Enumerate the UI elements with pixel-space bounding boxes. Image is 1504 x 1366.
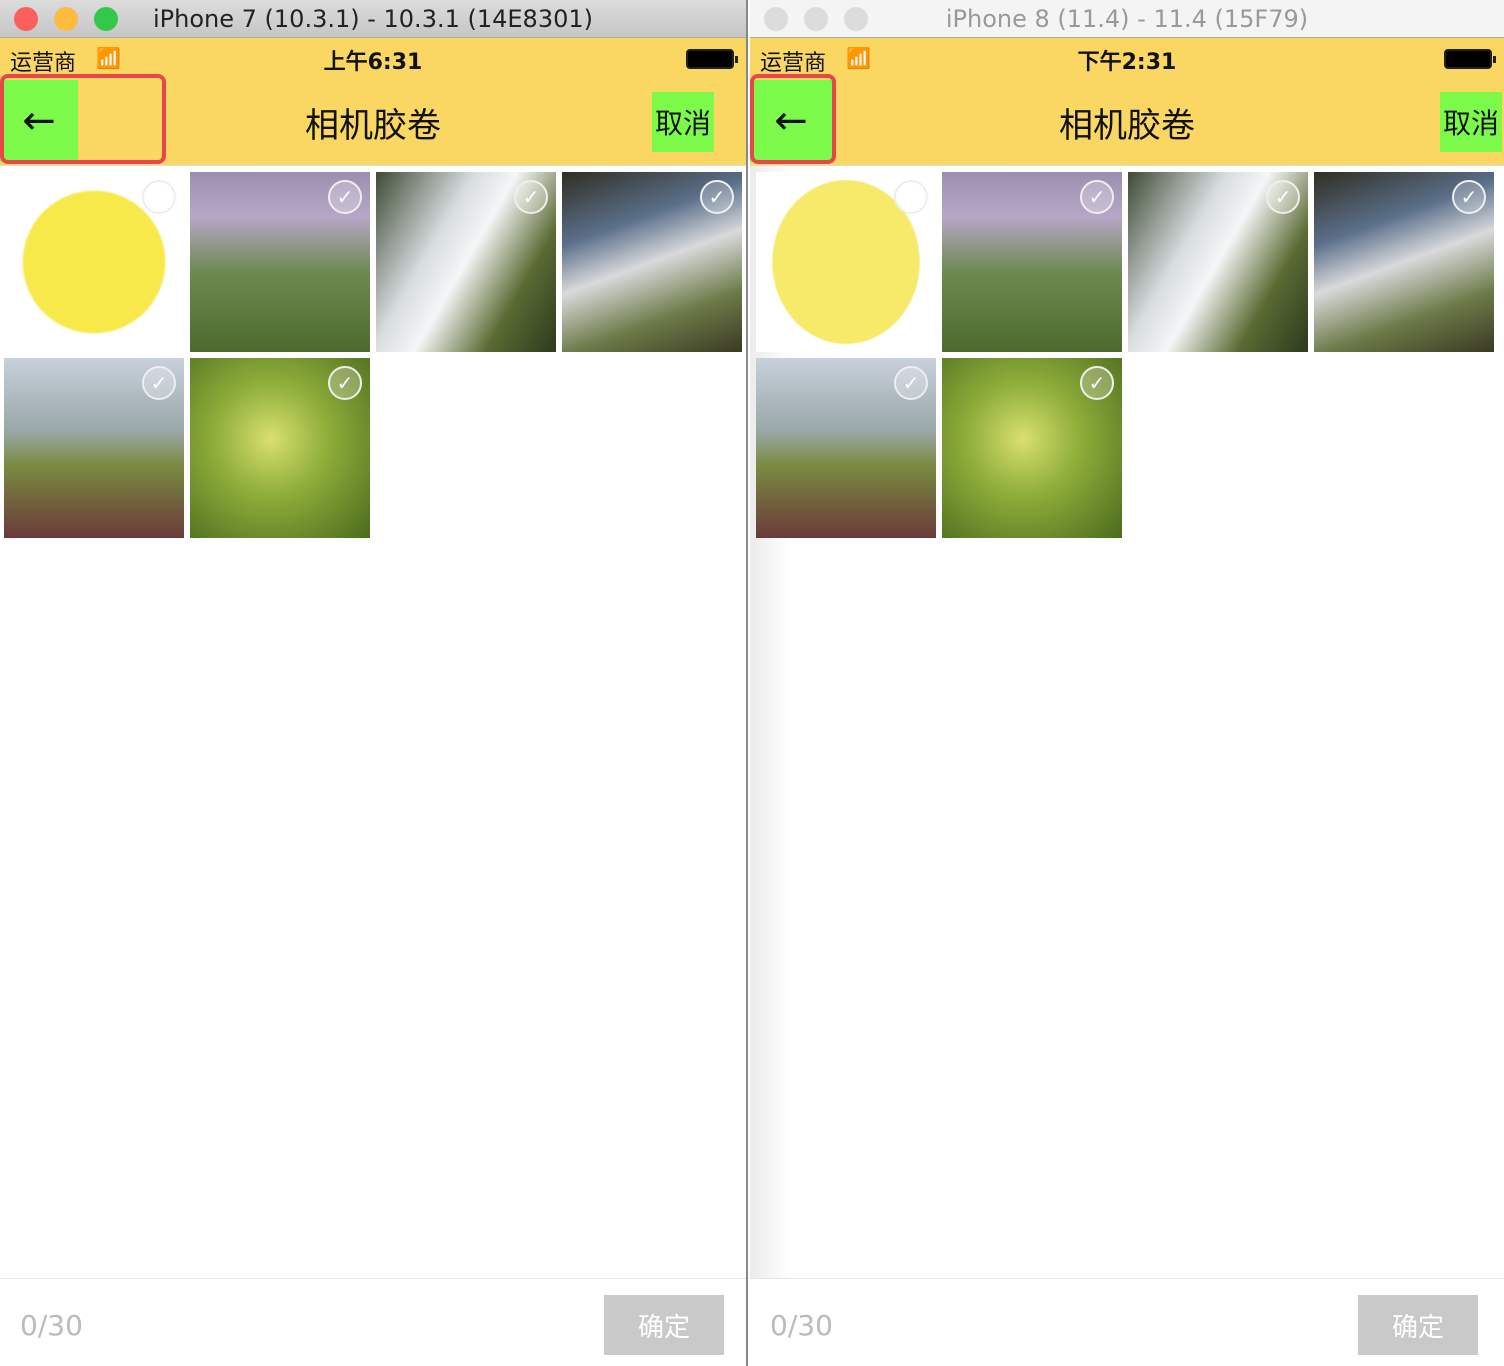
cancel-button[interactable]: 取消 (1440, 92, 1502, 152)
check-icon[interactable]: ✓ (700, 180, 734, 214)
close-button[interactable] (14, 7, 38, 31)
zoom-button[interactable] (94, 7, 118, 31)
photo-green-leaves[interactable]: ✓ (942, 358, 1122, 538)
status-bar: 运营商 📶 下午2:31 (750, 38, 1504, 78)
simulator-window-iphone8: iPhone 8 (11.4) - 11.4 (15F79) 运营商 📶 下午2… (750, 0, 1504, 1366)
photo-waterfall-coast[interactable]: ✓ (1314, 172, 1494, 352)
check-icon[interactable]: ✓ (514, 180, 548, 214)
check-icon[interactable]: ✓ (328, 180, 362, 214)
photo-green-leaves[interactable]: ✓ (190, 358, 370, 538)
page-title: 相机胶卷 (1059, 106, 1195, 146)
minimize-button[interactable] (804, 7, 828, 31)
check-icon[interactable]: ✓ (1452, 180, 1486, 214)
check-icon[interactable]: ✓ (1266, 180, 1300, 214)
check-icon[interactable]: ✓ (894, 366, 928, 400)
confirm-button[interactable]: 确定 (1358, 1295, 1478, 1355)
photo-grass-flower[interactable]: ✓ (4, 358, 184, 538)
navigation-bar: ← 相机胶卷 取消 (0, 74, 746, 166)
status-time: 上午6:31 (323, 50, 423, 75)
selection-count: 0/30 (770, 1309, 833, 1342)
page-title: 相机胶卷 (305, 106, 441, 146)
confirm-button[interactable]: 确定 (604, 1295, 724, 1355)
window-title: iPhone 8 (11.4) - 11.4 (15F79) (945, 4, 1309, 33)
cancel-button[interactable]: 取消 (652, 92, 714, 152)
selection-count: 0/30 (20, 1309, 83, 1342)
photo-waterfall-coast[interactable]: ✓ (562, 172, 742, 352)
bottom-toolbar: 0/30 确定 (0, 1278, 746, 1366)
check-icon[interactable]: ✓ (1080, 366, 1114, 400)
status-time: 下午2:31 (1077, 50, 1177, 75)
battery-icon (1444, 49, 1496, 69)
window-titlebar: iPhone 8 (11.4) - 11.4 (15F79) (750, 0, 1504, 38)
photo-grid: ✓ ✓ ✓ ✓ ✓ ✓ (4, 172, 742, 538)
check-icon[interactable]: ✓ (142, 180, 176, 214)
photo-waterfall-cliff[interactable]: ✓ (942, 172, 1122, 352)
check-icon[interactable]: ✓ (894, 180, 928, 214)
photo-waterfall-closeup[interactable]: ✓ (1128, 172, 1308, 352)
check-icon[interactable]: ✓ (1080, 180, 1114, 214)
zoom-button[interactable] (844, 7, 868, 31)
photo-grass-flower[interactable]: ✓ (756, 358, 936, 538)
photo-grid: ✓ ✓ ✓ ✓ ✓ ✓ (756, 172, 1494, 538)
check-icon[interactable]: ✓ (142, 366, 176, 400)
status-bar: 运营商 📶 上午6:31 (0, 38, 746, 78)
battery-icon (686, 49, 738, 69)
window-titlebar: iPhone 7 (10.3.1) - 10.3.1 (14E8301) (0, 0, 746, 38)
close-button[interactable] (764, 7, 788, 31)
navigation-bar: ← 相机胶卷 取消 (750, 74, 1504, 166)
minimize-button[interactable] (54, 7, 78, 31)
photo-waterfall-closeup[interactable]: ✓ (376, 172, 556, 352)
bottom-toolbar: 0/30 确定 (750, 1278, 1504, 1366)
simulator-window-iphone7: iPhone 7 (10.3.1) - 10.3.1 (14E8301) 运营商… (0, 0, 748, 1366)
photo-cartoon-sticker[interactable]: ✓ (756, 172, 936, 352)
photo-cartoon-sticker[interactable]: ✓ (4, 172, 184, 352)
check-icon[interactable]: ✓ (328, 366, 362, 400)
photo-waterfall-cliff[interactable]: ✓ (190, 172, 370, 352)
window-title: iPhone 7 (10.3.1) - 10.3.1 (14E8301) (153, 4, 593, 33)
